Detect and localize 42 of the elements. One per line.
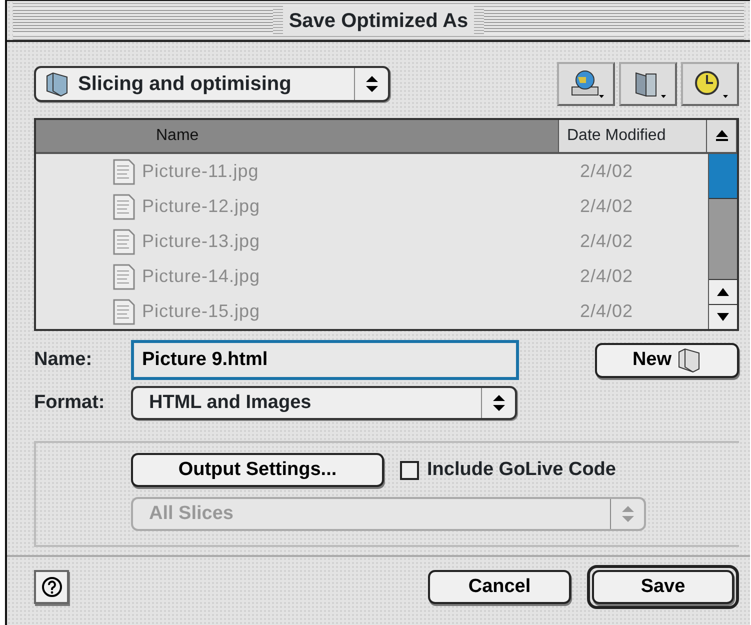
column-header[interactable]: Date Modified [559, 120, 707, 152]
window-title: Save Optimized As [282, 6, 474, 36]
folder-icon [44, 71, 70, 97]
column-header[interactable]: Name [36, 120, 559, 152]
document-icon [112, 228, 136, 256]
help-button[interactable] [34, 570, 69, 604]
toolbar-button[interactable] [557, 62, 615, 106]
scroll-down-button[interactable] [709, 304, 737, 329]
save-button[interactable]: Save [592, 570, 734, 604]
popup-arrows-icon [492, 395, 504, 411]
format-label: Format: [34, 390, 106, 415]
down-arrow-icon [717, 313, 729, 321]
folder-popup[interactable]: Slicing and optimising [34, 66, 390, 102]
clock-icon [692, 69, 728, 99]
up-arrow-icon [717, 288, 729, 296]
date-modified: 2/4/02 [579, 265, 634, 288]
document-icon [112, 192, 136, 220]
folder-icon [676, 347, 702, 373]
popup-arrows-icon [366, 76, 378, 92]
date-modified: 2/4/02 [579, 160, 634, 183]
sort-icon [716, 130, 728, 142]
scroll-thumb[interactable] [709, 154, 737, 199]
toolbar-button[interactable] [681, 62, 739, 106]
date-modified: 2/4/02 [579, 195, 634, 218]
new-folder-button[interactable]: New [595, 342, 739, 378]
output-settings-button[interactable]: Output Settings... [131, 453, 384, 487]
name-label: Name: [34, 348, 94, 372]
cancel-button[interactable]: Cancel [428, 570, 571, 604]
document-icon [112, 298, 136, 326]
popup-arrows-icon [622, 506, 634, 522]
scrollbar[interactable] [708, 154, 737, 329]
include-golive-checkbox[interactable]: Include GoLive Code [400, 456, 616, 484]
format-popup[interactable]: HTML and Images [131, 386, 517, 420]
toolbar-button[interactable] [619, 62, 677, 106]
scroll-up-button[interactable] [709, 279, 737, 304]
document-icon [112, 158, 136, 186]
date-modified: 2/4/02 [579, 230, 634, 253]
sort-order-button[interactable] [707, 120, 737, 152]
name-field[interactable]: Picture 9.html [131, 340, 519, 380]
help-icon [40, 576, 62, 598]
document-icon [112, 262, 136, 290]
date-modified: 2/4/02 [579, 300, 634, 323]
